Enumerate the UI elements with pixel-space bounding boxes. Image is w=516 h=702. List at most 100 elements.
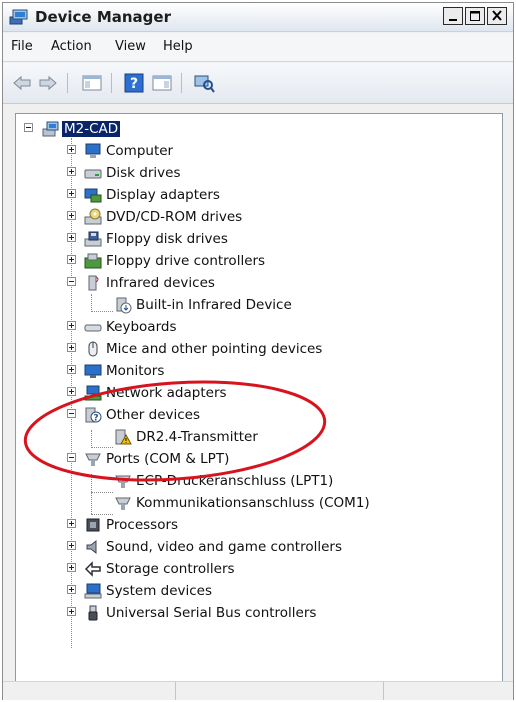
processor-icon xyxy=(86,518,100,532)
storage-controller-icon xyxy=(84,561,101,577)
tree-item[interactable]: Mice and other pointing devices xyxy=(16,338,496,360)
tree-item-label: Other devices xyxy=(106,407,200,423)
tree-item-label: Processors xyxy=(106,517,179,533)
tree-item-label: Infrared devices xyxy=(106,275,215,291)
expand-toggle[interactable] xyxy=(67,233,76,242)
unknown-device-icon: ? xyxy=(85,407,102,424)
device-tree[interactable]: M2-CAD Computer Disk drives Display adap… xyxy=(15,113,503,683)
collapse-toggle[interactable] xyxy=(67,409,76,418)
expand-toggle[interactable] xyxy=(67,255,76,264)
printer-port-icon xyxy=(115,475,131,488)
computer-icon xyxy=(85,143,101,158)
forward-arrow-icon[interactable] xyxy=(37,73,59,93)
maximize-button[interactable] xyxy=(465,7,485,25)
scan-hardware-icon[interactable] xyxy=(193,73,215,93)
menu-help[interactable]: Help xyxy=(163,39,193,54)
infrared-device-icon xyxy=(116,297,132,314)
tree-item[interactable]: Network adapters xyxy=(16,382,496,404)
window-title: Device Manager xyxy=(35,8,171,26)
minimize-button[interactable] xyxy=(443,7,463,25)
tree-item[interactable]: System devices xyxy=(16,580,496,602)
tree-item-label: Monitors xyxy=(106,363,165,379)
tree-child-label: DR2.4-Transmitter xyxy=(136,429,258,445)
menu-view[interactable]: View xyxy=(115,39,146,54)
warning-device-icon xyxy=(115,429,132,445)
tree-item[interactable]: Universal Serial Bus controllers xyxy=(16,602,496,624)
expand-toggle[interactable] xyxy=(67,343,76,352)
tree-item-label: Floppy drive controllers xyxy=(106,253,266,269)
expand-toggle[interactable] xyxy=(67,145,76,154)
menu-file[interactable]: File xyxy=(11,39,33,54)
collapse-toggle[interactable] xyxy=(67,453,76,462)
status-bar xyxy=(3,681,513,700)
disk-drive-icon xyxy=(84,169,102,179)
tree-child-label: Kommunikationsanschluss (COM1) xyxy=(136,495,370,511)
tree-item-label: Keyboards xyxy=(106,319,177,335)
tree-child-label: Built-in Infrared Device xyxy=(136,297,292,313)
floppy-drive-icon xyxy=(84,231,102,247)
usb-icon xyxy=(88,605,98,621)
tree-item-label: Ports (COM & LPT) xyxy=(106,451,230,467)
tree-item-label: Display adapters xyxy=(106,187,220,203)
tree-item[interactable]: Storage controllers xyxy=(16,558,496,580)
status-separator xyxy=(175,682,176,700)
svg-text:?: ? xyxy=(93,414,98,424)
close-button[interactable] xyxy=(487,7,507,25)
collapse-toggle[interactable] xyxy=(67,277,76,286)
tree-item[interactable]: Ports (COM & LPT) xyxy=(16,448,496,470)
properties-icon[interactable] xyxy=(151,73,173,93)
expand-toggle[interactable] xyxy=(67,167,76,176)
floppy-controller-icon xyxy=(84,253,102,269)
network-adapter-icon xyxy=(84,385,102,401)
tree-child-item[interactable]: ECP-Druckeranschluss (LPT1) xyxy=(16,470,496,492)
tree-item-label: System devices xyxy=(106,583,213,599)
tree-child-item[interactable]: DR2.4-Transmitter xyxy=(16,426,496,448)
toolbar: ? xyxy=(3,63,513,104)
tree-child-item[interactable]: Kommunikationsanschluss (COM1) xyxy=(16,492,496,514)
close-icon xyxy=(492,10,502,21)
tree-item-label: Floppy disk drives xyxy=(106,231,228,247)
menu-action[interactable]: Action xyxy=(51,39,92,54)
tree-item-label: Disk drives xyxy=(106,165,181,181)
tree-root[interactable]: M2-CAD xyxy=(16,118,496,140)
expand-toggle[interactable] xyxy=(67,387,76,396)
expand-toggle[interactable] xyxy=(67,541,76,550)
expand-toggle[interactable] xyxy=(67,563,76,572)
show-hide-console-tree-icon[interactable] xyxy=(81,73,103,93)
port-icon xyxy=(85,453,101,466)
title-bar[interactable]: Device Manager xyxy=(3,3,513,32)
tree-item[interactable]: Processors xyxy=(16,514,496,536)
tree-item[interactable]: ? Other devices xyxy=(16,404,496,426)
keyboard-icon xyxy=(84,324,102,332)
sound-icon xyxy=(86,539,97,555)
expand-toggle[interactable] xyxy=(67,211,76,220)
tree-item[interactable]: Keyboards xyxy=(16,316,496,338)
expand-toggle[interactable] xyxy=(67,519,76,528)
tree-child-item[interactable]: Built-in Infrared Device xyxy=(16,294,496,316)
svg-text:?: ? xyxy=(130,76,138,92)
display-adapter-icon xyxy=(84,188,102,203)
tree-item[interactable]: Monitors xyxy=(16,360,496,382)
expand-toggle[interactable] xyxy=(67,607,76,616)
expand-toggle[interactable] xyxy=(67,365,76,374)
back-arrow-icon[interactable] xyxy=(11,73,33,93)
device-manager-window: Device Manager File Action View Help ? M… xyxy=(2,2,514,700)
tree-item[interactable]: Computer xyxy=(16,140,496,162)
tree-item[interactable]: Floppy disk drives xyxy=(16,228,496,250)
system-device-icon xyxy=(84,583,102,599)
dvd-drive-icon xyxy=(84,208,102,225)
tree-item[interactable]: Sound, video and game controllers xyxy=(16,536,496,558)
tree-item[interactable]: DVD/CD-ROM drives xyxy=(16,206,496,228)
expand-toggle[interactable] xyxy=(67,189,76,198)
minimize-icon xyxy=(449,19,457,21)
expand-toggle[interactable] xyxy=(67,321,76,330)
collapse-root-toggle[interactable] xyxy=(24,123,33,132)
tree-item[interactable]: Infrared devices xyxy=(16,272,496,294)
expand-toggle[interactable] xyxy=(67,585,76,594)
tree-item[interactable]: Disk drives xyxy=(16,162,496,184)
help-icon[interactable]: ? xyxy=(123,73,145,93)
tree-item-label: Computer xyxy=(106,143,174,159)
tree-item[interactable]: Display adapters xyxy=(16,184,496,206)
tree-item-label: Sound, video and game controllers xyxy=(106,539,342,555)
tree-item[interactable]: Floppy drive controllers xyxy=(16,250,496,272)
